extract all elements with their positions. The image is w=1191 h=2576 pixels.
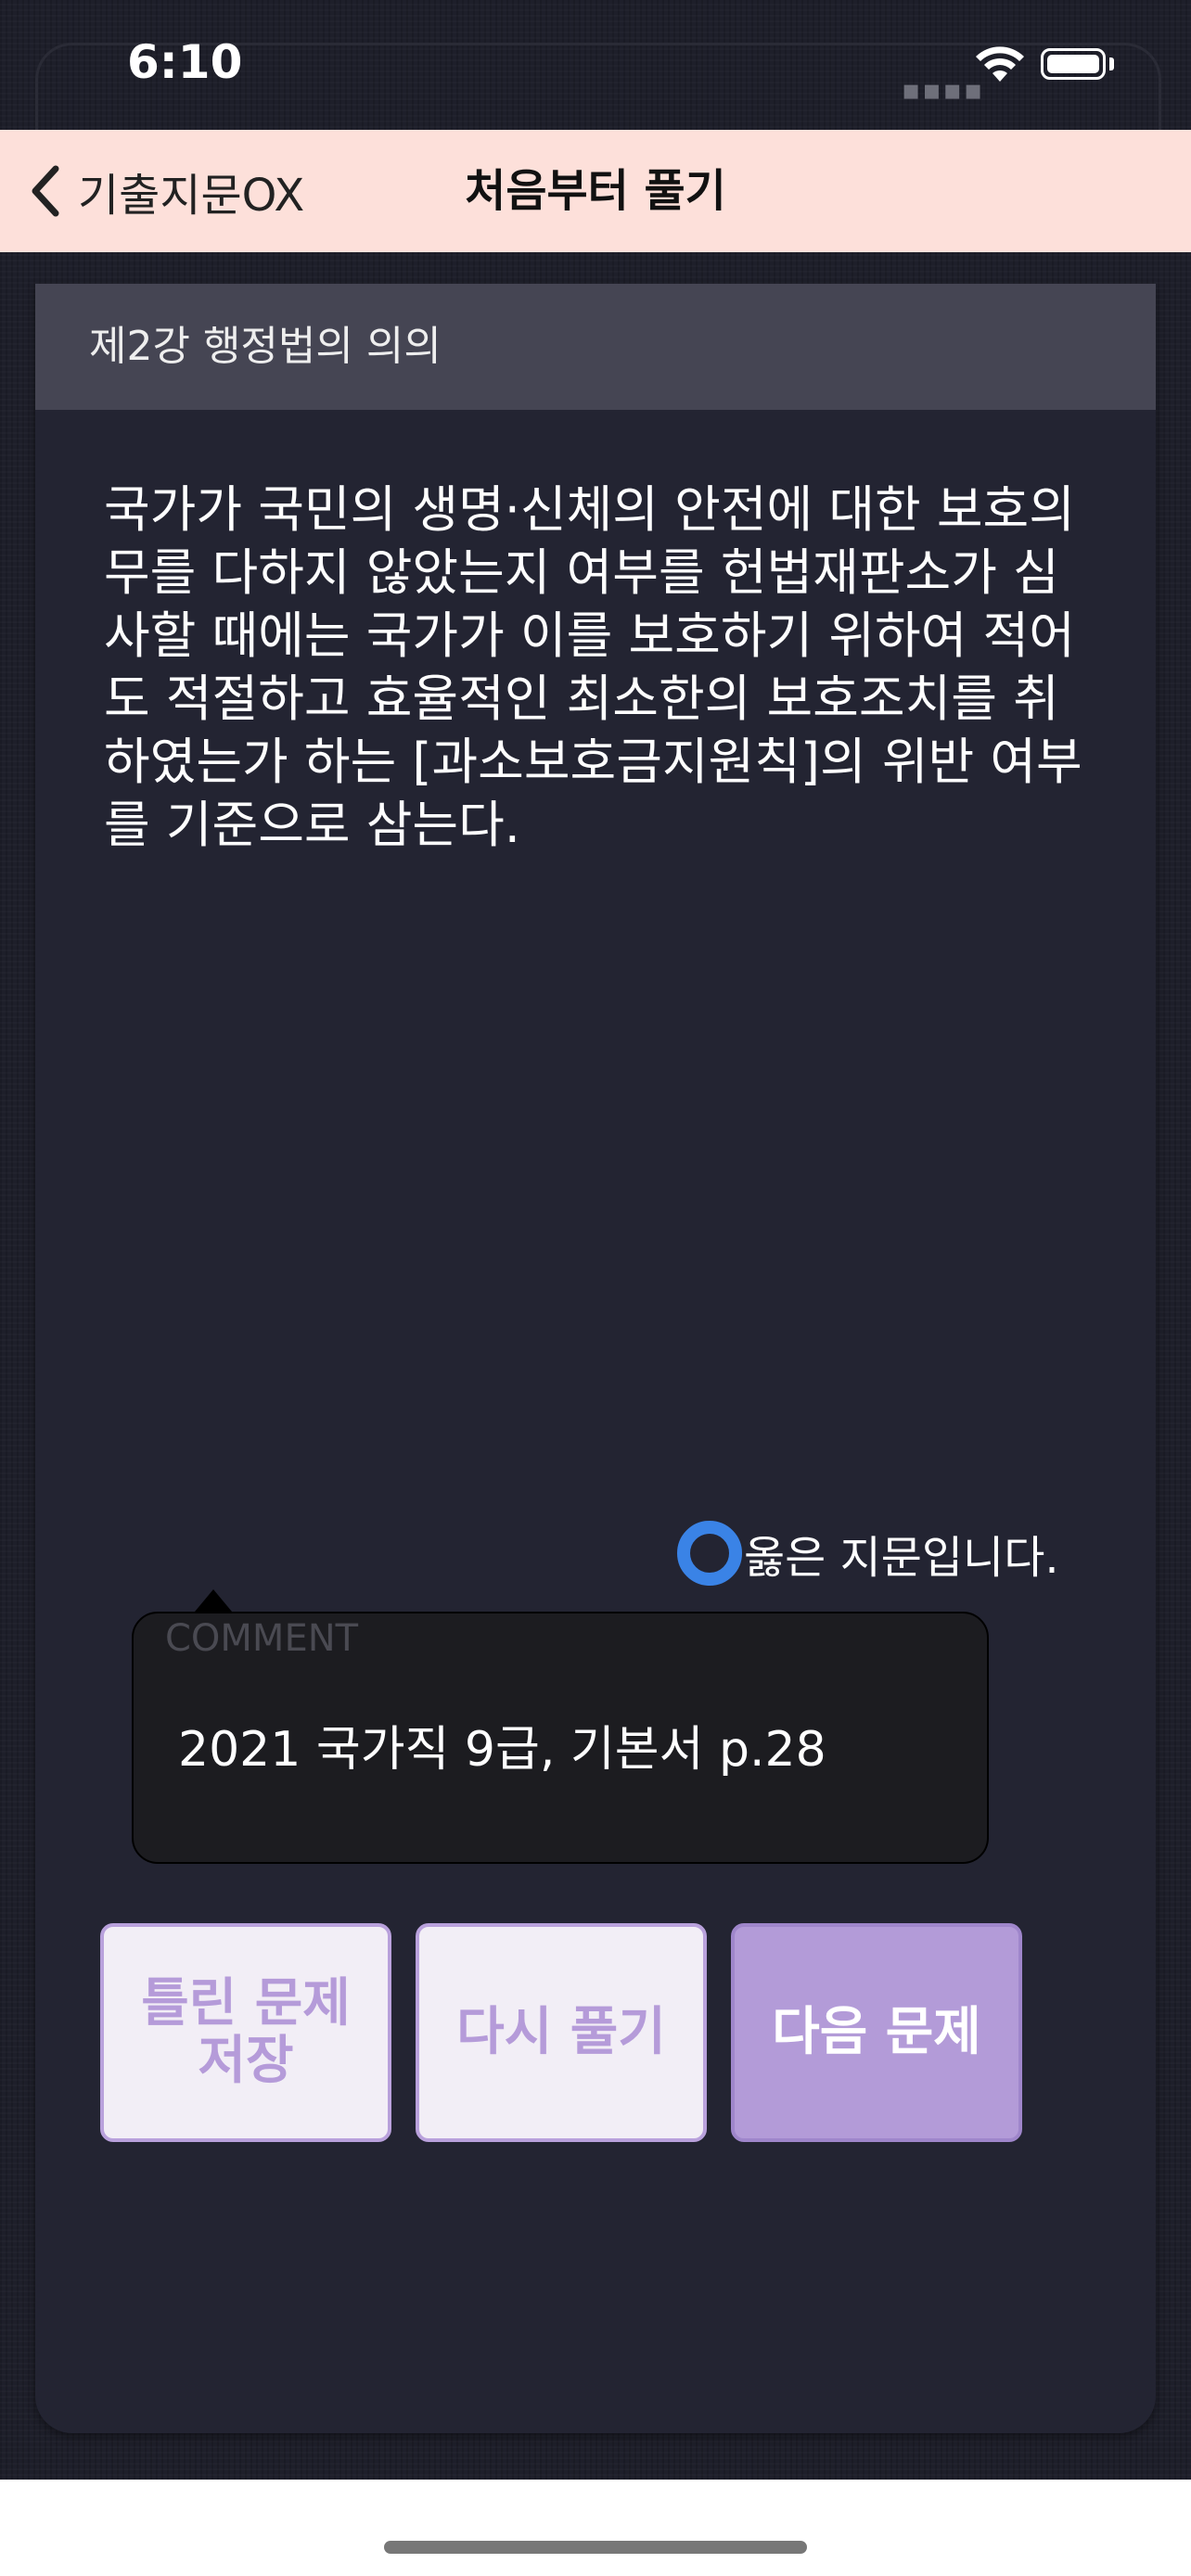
- retry-button[interactable]: 다시 풀기: [416, 1923, 707, 2142]
- comment-text: 2021 국가직 9급, 기본서 p.28: [178, 1722, 826, 1778]
- answer-text: 옳은 지문입니다.: [744, 1532, 1059, 1584]
- bottom-safe-area: [0, 2480, 1191, 2576]
- comment-box: COMMENT 2021 국가직 9급, 기본서 p.28: [132, 1612, 989, 1864]
- back-button[interactable]: 기출지문OX: [28, 130, 304, 252]
- back-label: 기출지문OX: [78, 170, 305, 222]
- chevron-left-icon: [32, 165, 59, 217]
- circle-o-icon: [677, 1521, 742, 1586]
- status-bar: 6:10 ▪▪▪▪: [0, 0, 1191, 136]
- next-question-button[interactable]: 다음 문제: [731, 1923, 1022, 2142]
- chapter-header: 제2강 행정법의 의의: [35, 284, 1156, 410]
- status-time: 6:10: [127, 35, 243, 89]
- answer-result: 옳은 지문입니다.: [677, 1521, 1059, 1586]
- navigation-bar: 기출지문OX 처음부터 풀기: [0, 130, 1191, 252]
- save-button-line1: 틀린 문제: [141, 1973, 351, 2034]
- comment-pointer: [195, 1589, 232, 1612]
- chapter-title: 제2강 행정법의 의의: [89, 323, 442, 370]
- comment-label: COMMENT: [165, 1617, 359, 1660]
- wifi-icon: [976, 46, 1024, 82]
- battery-icon: [1041, 48, 1106, 80]
- home-indicator[interactable]: [384, 2541, 807, 2554]
- battery-cap: [1109, 57, 1114, 70]
- signal-icon: ▪▪▪▪: [902, 74, 985, 107]
- save-button-line2: 저장: [198, 2031, 294, 2091]
- save-wrong-question-button[interactable]: 틀린 문제 저장: [100, 1923, 391, 2142]
- question-text: 국가가 국민의 생명·신체의 안전에 대한 보호의 무를 다하지 않았는지 여부…: [104, 480, 1082, 854]
